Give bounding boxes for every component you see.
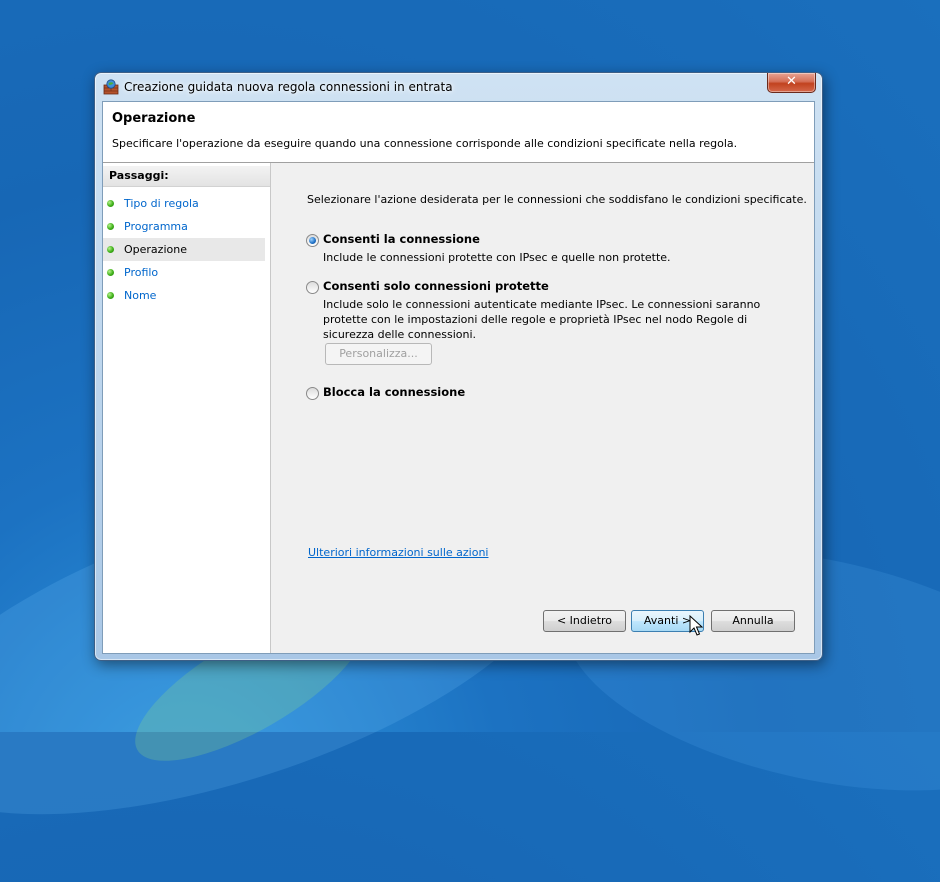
radio-allow-connection[interactable] <box>306 234 319 247</box>
steps-heading-label: Passaggi: <box>109 169 169 182</box>
back-button[interactable]: < Indietro <box>543 610 626 632</box>
step-item-operazione[interactable]: Operazione <box>103 238 265 261</box>
option-desc-allow: Include le connessioni protette con IPse… <box>323 251 671 264</box>
wizard-window: Creazione guidata nuova regola connessio… <box>94 72 823 661</box>
wizard-header: Operazione Specificare l'operazione da e… <box>103 102 814 163</box>
page-title: Operazione <box>112 111 196 126</box>
option-desc-secure-only: Include solo le connessioni autenticate … <box>323 298 761 341</box>
more-info-link[interactable]: Ulteriori informazioni sulle azioni <box>308 546 488 559</box>
step-label: Programma <box>124 220 188 233</box>
green-dot-icon <box>107 246 114 253</box>
step-item-programma[interactable]: Programma <box>103 215 265 238</box>
steps-heading: Passaggi: <box>103 166 270 187</box>
green-dot-icon <box>107 223 114 230</box>
cancel-button[interactable]: Annulla <box>711 610 795 632</box>
step-item-profilo[interactable]: Profilo <box>103 261 265 284</box>
instruction-text: Selezionare l'azione desiderata per le c… <box>307 193 807 206</box>
option-label-secure-only[interactable]: Consenti solo connessioni protette <box>323 279 549 293</box>
window-title: Creazione guidata nuova regola connessio… <box>124 80 453 94</box>
step-label: Tipo di regola <box>124 197 199 210</box>
main-panel: Selezionare l'azione desiderata per le c… <box>271 163 814 653</box>
green-dot-icon <box>107 269 114 276</box>
option-label-block[interactable]: Blocca la connessione <box>323 385 465 399</box>
green-dot-icon <box>107 200 114 207</box>
step-item-tipo-di-regola[interactable]: Tipo di regola <box>103 192 265 215</box>
step-label: Nome <box>124 289 157 302</box>
mouse-pointer-icon <box>689 615 703 636</box>
radio-block-connection[interactable] <box>306 387 319 400</box>
step-item-nome[interactable]: Nome <box>103 284 265 307</box>
title-bar[interactable]: Creazione guidata nuova regola connessio… <box>95 73 822 101</box>
firewall-icon <box>103 79 119 95</box>
customize-button[interactable]: Personalizza... <box>325 343 432 365</box>
close-button[interactable]: ✕ <box>767 73 816 93</box>
wizard-client-area: Operazione Specificare l'operazione da e… <box>102 101 815 654</box>
step-label: Profilo <box>124 266 159 279</box>
radio-allow-secure-only[interactable] <box>306 281 319 294</box>
option-label-allow[interactable]: Consenti la connessione <box>323 232 480 246</box>
step-label: Operazione <box>124 243 187 256</box>
green-dot-icon <box>107 292 114 299</box>
page-description: Specificare l'operazione da eseguire qua… <box>112 137 738 150</box>
steps-panel: Passaggi: Tipo di regola Programma Opera… <box>103 163 271 653</box>
